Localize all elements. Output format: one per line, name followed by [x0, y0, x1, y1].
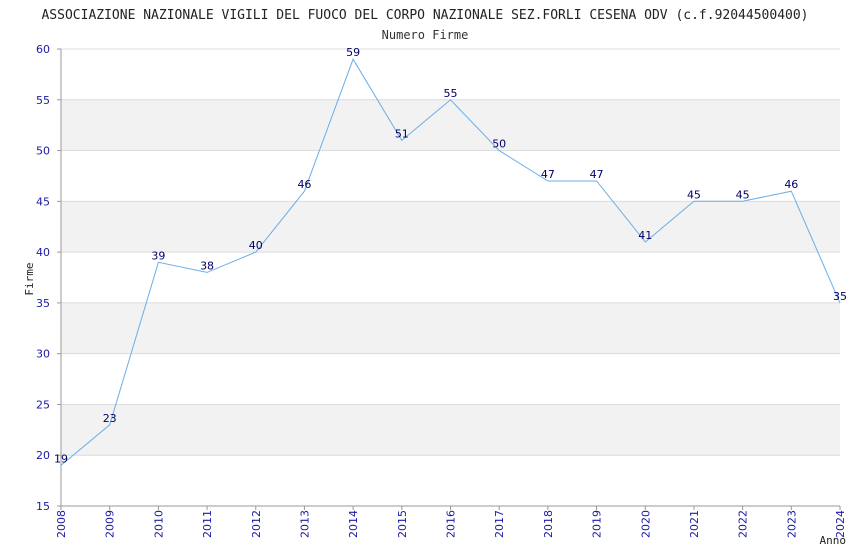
- data-label: 19: [54, 452, 68, 465]
- data-label: 23: [103, 412, 117, 425]
- x-tick-label: 2011: [201, 510, 214, 538]
- x-tick-label: 2013: [298, 510, 311, 538]
- line-chart: 15 20 25 30 35 40 45 50 55 60 2008 2009 2010 2011 201…: [23, 8, 847, 547]
- data-label: 38: [200, 259, 214, 272]
- x-tick-label: 2021: [688, 510, 701, 538]
- data-label: 45: [736, 188, 750, 201]
- background-band: [61, 302, 840, 354]
- data-label: 46: [297, 178, 311, 191]
- chart: 15 20 25 30 35 40 45 50 55 60 2008 2009 2010 2011 201…: [0, 0, 850, 550]
- y-tick-label: 55: [36, 94, 50, 107]
- data-label: 35: [833, 290, 847, 303]
- x-tick-label: 2015: [396, 510, 409, 538]
- x-tick-label: 2017: [493, 510, 506, 538]
- x-tick-label: 2020: [639, 510, 652, 538]
- background-band: [61, 404, 840, 456]
- x-tick-label: 2016: [445, 510, 458, 538]
- data-label: 41: [638, 229, 652, 242]
- data-label: 55: [444, 87, 458, 100]
- y-tick-label: 25: [36, 398, 50, 411]
- data-label: 47: [541, 168, 555, 181]
- x-tick-label: 2022: [737, 510, 750, 538]
- x-tick-label: 2019: [591, 510, 604, 538]
- x-tick-labels: 2008 2009 2010 2011 2012 2013 2014 2015 2016 2017…: [55, 510, 847, 538]
- background-band: [61, 201, 840, 253]
- data-label: 51: [395, 127, 409, 140]
- data-label: 39: [151, 249, 165, 262]
- y-tick-label: 30: [36, 348, 50, 361]
- y-tick-label: 45: [36, 195, 50, 208]
- y-tick-label: 50: [36, 145, 50, 158]
- y-tick-label: 15: [36, 500, 50, 513]
- x-tick-label: 2012: [250, 510, 263, 538]
- background-band: [61, 99, 840, 151]
- x-tick-label: 2018: [542, 510, 555, 538]
- chart-subtitle: Numero Firme: [382, 28, 469, 42]
- y-tick-label: 20: [36, 449, 50, 462]
- data-label: 46: [784, 178, 798, 191]
- background-bands: [61, 99, 840, 456]
- x-axis-title: Anno: [820, 534, 847, 547]
- x-tick-label: 2008: [55, 510, 68, 538]
- y-tick-label: 60: [36, 43, 50, 56]
- data-label: 47: [590, 168, 604, 181]
- data-label: 50: [492, 138, 506, 151]
- x-tick-label: 2014: [347, 510, 360, 538]
- data-label: 40: [249, 239, 263, 252]
- y-tick-labels: 15 20 25 30 35 40 45 50 55 60: [36, 43, 50, 513]
- x-tick-label: 2010: [152, 510, 165, 538]
- x-tick-label: 2023: [785, 510, 798, 538]
- chart-title: ASSOCIAZIONE NAZIONALE VIGILI DEL FUOCO …: [41, 8, 808, 23]
- x-tick-label: 2009: [104, 510, 117, 538]
- y-tick-label: 40: [36, 246, 50, 259]
- data-label: 45: [687, 188, 701, 201]
- data-label: 59: [346, 46, 360, 59]
- y-axis-title: Firme: [23, 262, 36, 295]
- y-tick-label: 35: [36, 297, 50, 310]
